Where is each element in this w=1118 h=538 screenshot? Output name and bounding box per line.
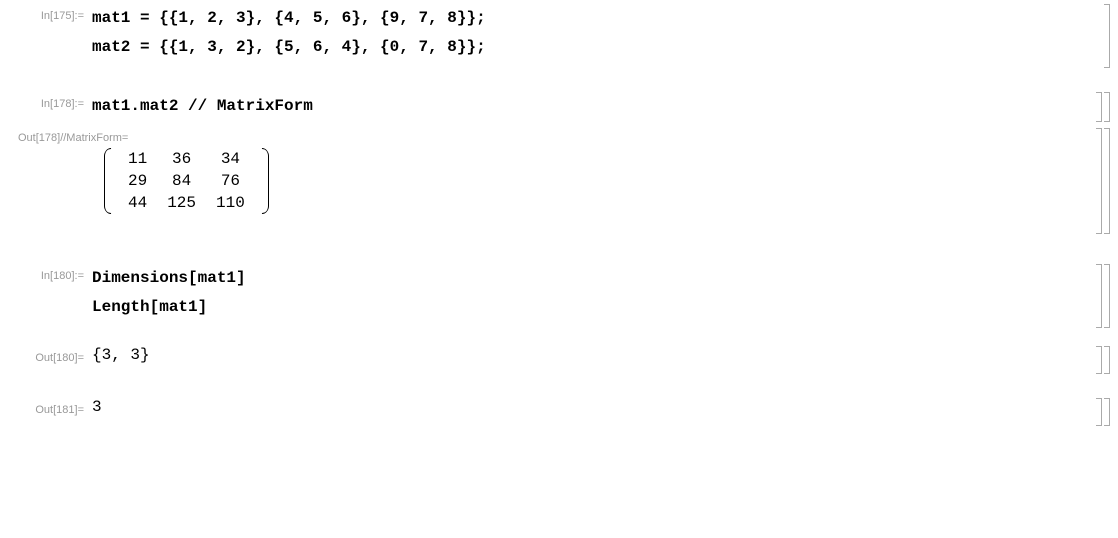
bracket-icon [1104, 128, 1110, 234]
bracket-icon [1096, 398, 1102, 426]
bracket-icon [1104, 4, 1110, 68]
bracket-icon [1096, 346, 1102, 374]
output-text: 3 [92, 398, 102, 416]
output-cell-180: Out[180]= {3, 3} [0, 346, 1118, 374]
input-cell-180[interactable]: In[180]:= Dimensions[mat1] Length[mat1] [0, 264, 1118, 328]
cell-bracket[interactable] [1096, 346, 1110, 374]
cell-bracket[interactable] [1104, 4, 1110, 68]
in-label-180: In[180]:= [0, 264, 92, 282]
bracket-icon [1104, 398, 1110, 426]
matrix-cell: 125 [157, 192, 206, 214]
cell-bracket[interactable] [1096, 264, 1110, 328]
input-code-180[interactable]: Dimensions[mat1] Length[mat1] [92, 264, 1118, 322]
output-text: {3, 3} [92, 346, 150, 364]
in-label-178: In[178]:= [0, 92, 92, 110]
matrix-table: 11 36 34 29 84 76 44 125 110 [118, 148, 255, 214]
input-cell-175[interactable]: In[175]:= mat1 = {{1, 2, 3}, {4, 5, 6}, … [0, 4, 1118, 68]
matrix-cell: 11 [118, 148, 157, 170]
right-paren-icon [261, 148, 269, 214]
matrix-cell: 110 [206, 192, 255, 214]
bracket-icon [1104, 264, 1110, 328]
out-label-178-matrixform: Out[178]//MatrixForm= [0, 132, 1118, 144]
output-value-181: 3 [92, 398, 1118, 416]
code-line: mat1.mat2 // MatrixForm [92, 92, 1118, 121]
matrix-display: 11 36 34 29 84 76 44 125 110 [104, 148, 269, 214]
matrix-cell: 76 [206, 170, 255, 192]
input-code-175[interactable]: mat1 = {{1, 2, 3}, {4, 5, 6}, {9, 7, 8}}… [92, 4, 1118, 62]
cell-bracket[interactable] [1096, 398, 1110, 426]
matrix-cell: 84 [157, 170, 206, 192]
cell-bracket[interactable] [1096, 128, 1110, 234]
bracket-icon [1096, 128, 1102, 234]
matrix-output: 11 36 34 29 84 76 44 125 110 [92, 148, 1118, 219]
matrix-cell: 34 [206, 148, 255, 170]
bracket-icon [1096, 92, 1102, 122]
cell-bracket[interactable] [1096, 92, 1110, 122]
output-cell-181: Out[181]= 3 [0, 398, 1118, 426]
matrix-cell: 36 [157, 148, 206, 170]
code-line: Length[mat1] [92, 293, 1118, 322]
matrix-cell: 29 [118, 170, 157, 192]
output-cell-178: 11 36 34 29 84 76 44 125 110 [0, 148, 1118, 234]
code-line: Dimensions[mat1] [92, 264, 1118, 293]
matrix-row: 29 84 76 [118, 170, 255, 192]
output-value-180: {3, 3} [92, 346, 1118, 364]
out-label-181: Out[181]= [0, 398, 92, 416]
input-cell-178[interactable]: In[178]:= mat1.mat2 // MatrixForm [0, 92, 1118, 122]
matrix-cell: 44 [118, 192, 157, 214]
bracket-icon [1104, 346, 1110, 374]
matrix-row: 11 36 34 [118, 148, 255, 170]
code-line: mat2 = {{1, 3, 2}, {5, 6, 4}, {0, 7, 8}}… [92, 33, 1118, 62]
matrix-row: 44 125 110 [118, 192, 255, 214]
code-line: mat1 = {{1, 2, 3}, {4, 5, 6}, {9, 7, 8}}… [92, 4, 1118, 33]
bracket-icon [1104, 92, 1110, 122]
empty-label [0, 148, 92, 154]
left-paren-icon [104, 148, 112, 214]
bracket-icon [1096, 264, 1102, 328]
input-code-178[interactable]: mat1.mat2 // MatrixForm [92, 92, 1118, 121]
out-label-180: Out[180]= [0, 346, 92, 364]
in-label-175: In[175]:= [0, 4, 92, 22]
